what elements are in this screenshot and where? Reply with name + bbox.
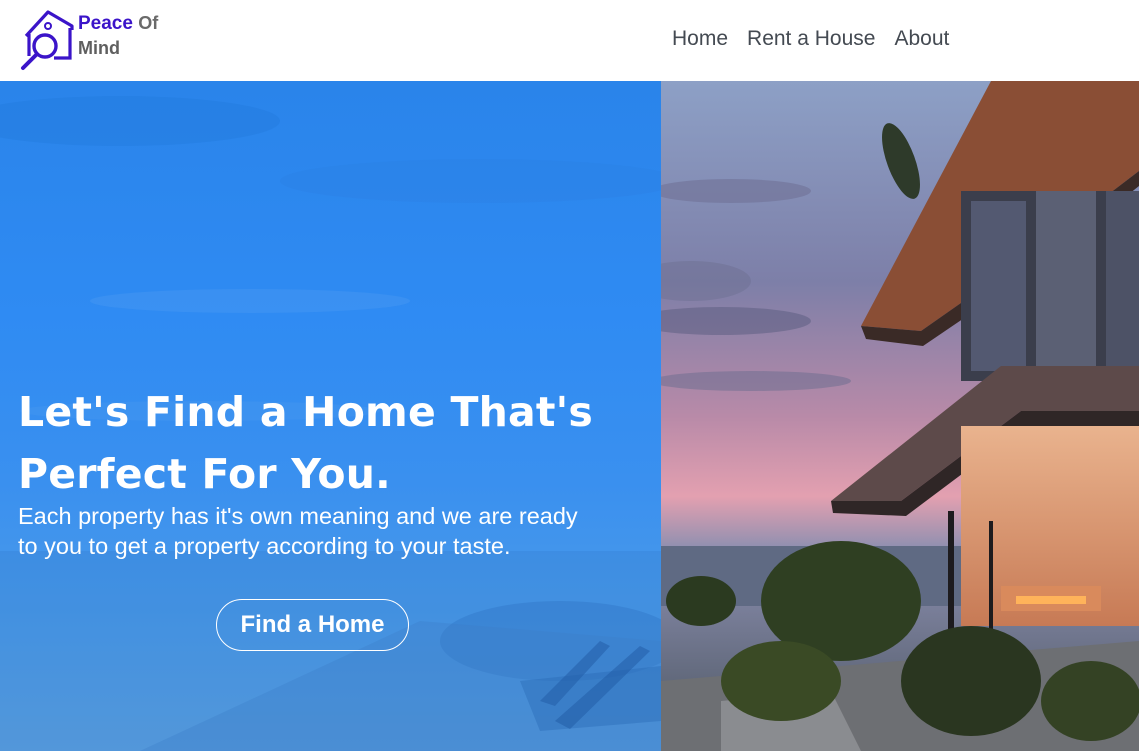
hero-image-villa <box>661 81 1139 751</box>
nav-link-home[interactable]: Home <box>672 24 728 54</box>
hero-headline-line2: Perfect For You. <box>18 450 391 498</box>
house-search-icon <box>21 10 74 70</box>
brand-name-suffix: Of <box>138 13 159 33</box>
brand-name: Peace Of Mind <box>78 11 158 61</box>
site-header: Peace Of Mind Home Rent a House About <box>0 0 1139 81</box>
brand-logo[interactable]: Peace Of Mind <box>20 8 190 72</box>
nav-link-about[interactable]: About <box>894 24 949 54</box>
brand-name-main: Peace <box>78 13 133 34</box>
hero-subtext: Each property has it's own meaning and w… <box>18 501 638 561</box>
hero-headline: Let's Find a Home That's Perfect For You… <box>18 381 618 505</box>
brand-name-line2: Mind <box>78 38 120 58</box>
find-a-home-button[interactable]: Find a Home <box>216 599 409 651</box>
hero-blue-panel: Let's Find a Home That's Perfect For You… <box>0 81 661 751</box>
nav-link-rent-a-house[interactable]: Rent a House <box>747 24 875 54</box>
hero-subtext-line2: to you to get a property according to yo… <box>18 533 511 559</box>
hero-subtext-line1: Each property has it's own meaning and w… <box>18 503 578 529</box>
hero-headline-line1: Let's Find a Home That's <box>18 388 594 436</box>
main-nav: Home Rent a House About <box>672 24 968 54</box>
villa-illustration <box>661 81 1139 751</box>
hero-section: Let's Find a Home That's Perfect For You… <box>0 81 1139 751</box>
